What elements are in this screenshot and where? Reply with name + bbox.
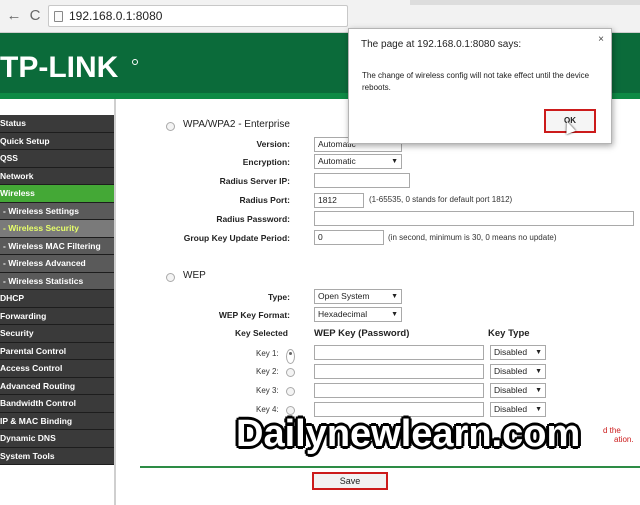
key1-label: Key 1: (256, 349, 279, 358)
version-label: Version: (256, 139, 290, 149)
radius-ip-input[interactable] (314, 173, 410, 188)
key2-radio[interactable] (286, 368, 295, 377)
tplink-logo: TP-LINK (0, 51, 119, 84)
key2-type-select[interactable]: Disabled ▼ (490, 364, 546, 379)
browser-tab-strip (410, 0, 640, 5)
sidebar-item-wireless-advanced[interactable]: - Wireless Advanced (0, 255, 114, 273)
sidebar-item-system-tools[interactable]: System Tools (0, 447, 114, 465)
sidebar-item-bandwidth-control[interactable]: Bandwidth Control (0, 395, 114, 413)
wep-radio[interactable] (166, 273, 175, 282)
sidebar-item-dhcp[interactable]: DHCP (0, 290, 114, 308)
key2-input[interactable] (314, 364, 484, 379)
key2-label: Key 2: (256, 367, 279, 376)
radius-port-label: Radius Port: (239, 195, 290, 205)
chevron-down-icon: ▼ (391, 311, 398, 318)
key3-type-select[interactable]: Disabled ▼ (490, 383, 546, 398)
encryption-label: Encryption: (242, 157, 290, 167)
radius-port-input[interactable]: 1812 (314, 193, 364, 208)
chevron-down-icon: ▼ (535, 349, 542, 356)
registered-mark-icon (132, 59, 138, 65)
key3-input[interactable] (314, 383, 484, 398)
key2-type-value: Disabled (494, 366, 528, 376)
enterprise-radio[interactable] (166, 122, 175, 131)
wep-format-select[interactable]: Hexadecimal ▼ (314, 307, 402, 322)
sidebar-item-access-control[interactable]: Access Control (0, 360, 114, 378)
sidebar-item-status[interactable]: Status (0, 115, 114, 133)
group-key-input[interactable]: 0 (314, 230, 384, 245)
wep-type-label: Type: (267, 292, 290, 302)
key-type-header: Key Type (488, 328, 530, 339)
sidebar-item-qss[interactable]: QSS (0, 150, 114, 168)
sidebar-item-wireless-settings[interactable]: - Wireless Settings (0, 202, 114, 220)
footer-divider (140, 466, 640, 468)
key3-label: Key 3: (256, 386, 279, 395)
wep-type-select[interactable]: Open System ▼ (314, 289, 402, 304)
watermark-text: Dailynewlearn.com (236, 413, 581, 455)
group-key-hint: (in second, minimum is 30, 0 means no up… (388, 233, 557, 242)
address-url[interactable]: 192.168.0.1:8080 (69, 9, 162, 23)
sidebar-item-forwarding[interactable]: Forwarding (0, 307, 114, 325)
sidebar-item-wireless-security[interactable]: - Wireless Security (0, 220, 114, 238)
dialog-title: The page at 192.168.0.1:8080 says: (361, 39, 522, 50)
chevron-down-icon: ▼ (535, 387, 542, 394)
sidebar-item-quick-setup[interactable]: Quick Setup (0, 132, 114, 150)
encryption-select[interactable]: Automatic ▼ (314, 154, 402, 169)
radius-port-hint: (1-65535, 0 stands for default port 1812… (369, 195, 513, 204)
key1-input[interactable] (314, 345, 484, 360)
key1-type-value: Disabled (494, 347, 528, 357)
dialog-message: The change of wireless config will not t… (362, 71, 590, 92)
sidebar-item-wireless-statistics[interactable]: - Wireless Statistics (0, 272, 114, 290)
sidebar-item-security[interactable]: Security (0, 325, 114, 343)
radius-password-input[interactable] (314, 211, 634, 226)
chevron-down-icon: ▼ (391, 293, 398, 300)
sidebar-item-ip-mac-binding[interactable]: IP & MAC Binding (0, 412, 114, 430)
warning-text-fragment-2: ation. (614, 435, 634, 444)
encryption-select-value: Automatic (318, 156, 356, 166)
chevron-down-icon: ▼ (391, 158, 398, 165)
wep-heading: WEP (183, 270, 206, 281)
key1-radio[interactable] (286, 349, 295, 364)
reload-icon[interactable]: C (27, 7, 43, 25)
sidebar-item-dynamic-dns[interactable]: Dynamic DNS (0, 430, 114, 448)
key3-radio[interactable] (286, 387, 295, 396)
key1-type-select[interactable]: Disabled ▼ (490, 345, 546, 360)
radius-ip-label: Radius Server IP: (219, 176, 290, 186)
save-button[interactable]: Save (312, 472, 388, 490)
wep-format-label: WEP Key Format: (218, 310, 290, 320)
close-icon[interactable]: × (598, 34, 604, 45)
radius-password-label: Radius Password: (216, 214, 290, 224)
sidebar-item-parental-control[interactable]: Parental Control (0, 342, 114, 360)
warning-text-fragment-1: d the (603, 426, 621, 435)
key3-type-value: Disabled (494, 385, 528, 395)
wep-format-select-value: Hexadecimal (318, 309, 368, 319)
wep-key-header: WEP Key (Password) (314, 328, 410, 339)
wep-type-select-value: Open System (318, 291, 370, 301)
page-icon (54, 11, 63, 22)
sidebar-item-advanced-routing[interactable]: Advanced Routing (0, 377, 114, 395)
sidebar-item-wireless[interactable]: Wireless (0, 185, 114, 203)
enterprise-heading: WPA/WPA2 - Enterprise (183, 119, 290, 130)
sidebar-menu: Status Quick Setup QSS Network Wireless … (0, 115, 114, 465)
sidebar-item-wireless-mac-filtering[interactable]: - Wireless MAC Filtering (0, 237, 114, 255)
group-key-label: Group Key Update Period: (183, 233, 290, 243)
sidebar-item-network[interactable]: Network (0, 167, 114, 185)
address-bar[interactable]: 192.168.0.1:8080 (48, 5, 348, 27)
back-icon[interactable]: ← (6, 7, 22, 25)
key-selected-header: Key Selected (235, 328, 288, 338)
chevron-down-icon: ▼ (535, 368, 542, 375)
